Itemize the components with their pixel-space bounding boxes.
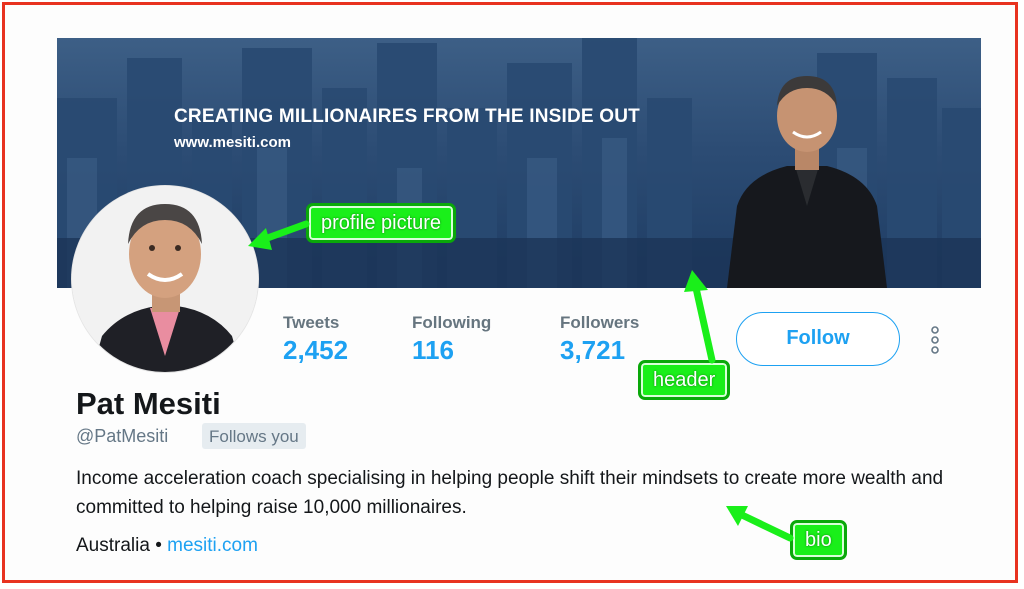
stat-tweets[interactable]: Tweets 2,452 [283,313,348,366]
annotation-profile-picture: profile picture [306,203,457,243]
follow-button[interactable]: Follow [736,312,900,366]
location-separator: • [149,535,168,556]
stat-followers-value: 3,721 [560,335,626,365]
stat-followers-label: Followers [560,313,640,332]
location-text: Australia [76,535,150,556]
stat-following[interactable]: Following 116 [412,313,491,366]
profile-handle: @PatMesiti [76,426,169,446]
annotation-header: header [638,360,731,400]
profile-picture[interactable] [72,186,258,372]
avatar-photo [72,186,258,372]
stat-tweets-label: Tweets [283,313,340,332]
stat-following-label: Following [412,313,492,332]
profile-name: Pat Mesiti [76,386,221,421]
stat-following-value: 116 [412,335,454,365]
profile-location-line: Australia • mesiti.com [76,535,258,557]
follows-you-badge: Follows you [202,423,306,449]
profile-website-link[interactable]: mesiti.com [167,535,258,556]
profile-bio: Income acceleration coach specialising i… [76,468,944,518]
annotation-bio: bio [790,520,847,560]
more-options-icon[interactable] [930,326,940,354]
header-tagline: CREATING MILLIONAIRES FROM THE INSIDE OU… [174,106,640,127]
header-person-photo [727,76,887,288]
stat-followers[interactable]: Followers 3,721 [560,313,639,366]
header-website: www.mesiti.com [174,134,291,151]
stat-tweets-value: 2,452 [283,335,349,365]
